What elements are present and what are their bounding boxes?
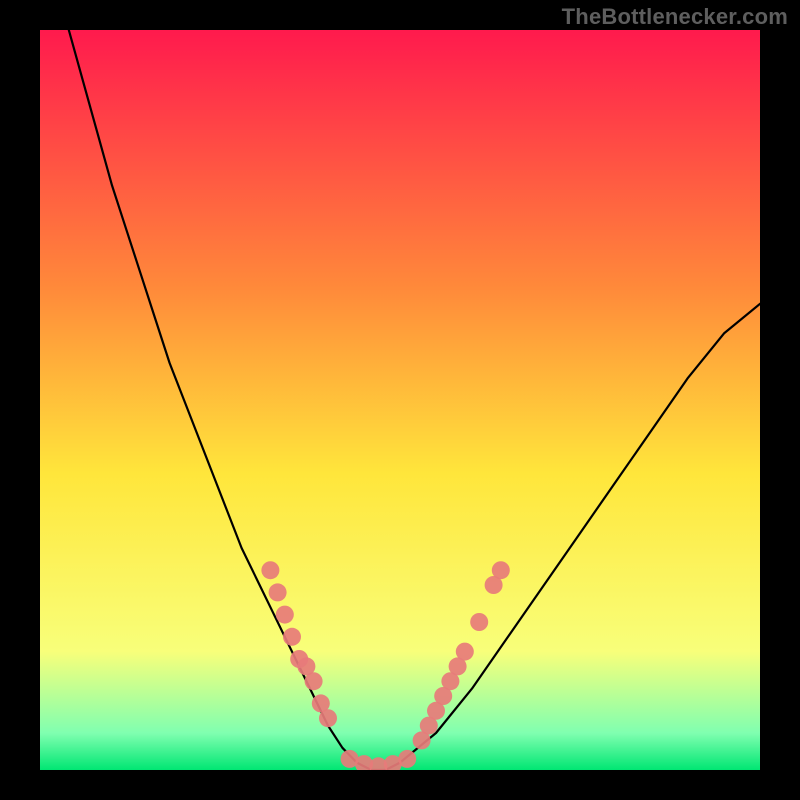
marker-point: [276, 606, 294, 624]
marker-point: [456, 643, 474, 661]
marker-point: [319, 709, 337, 727]
chart-frame: TheBottlenecker.com: [0, 0, 800, 800]
attribution-text: TheBottlenecker.com: [562, 4, 788, 30]
marker-point: [398, 750, 416, 768]
plot-svg: [40, 30, 760, 770]
marker-point: [470, 613, 488, 631]
marker-point: [261, 561, 279, 579]
marker-point: [283, 628, 301, 646]
bottleneck-plot: [40, 30, 760, 770]
marker-point: [269, 583, 287, 601]
gradient-background: [40, 30, 760, 770]
marker-point: [305, 672, 323, 690]
marker-point: [492, 561, 510, 579]
